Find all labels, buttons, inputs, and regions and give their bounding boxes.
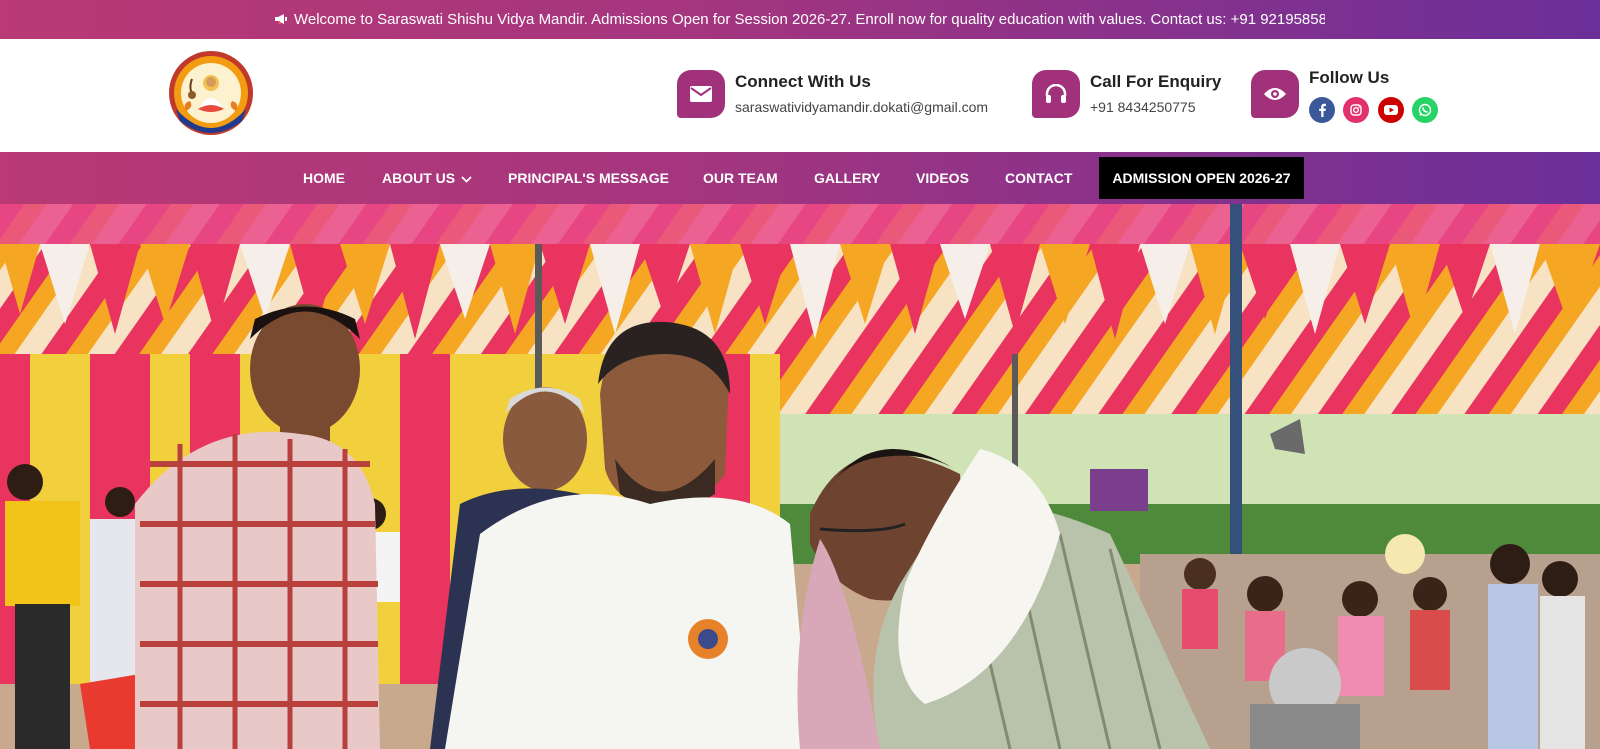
nav-principals-message[interactable]: PRINCIPAL'S MESSAGE	[508, 152, 669, 204]
instagram-icon[interactable]	[1343, 97, 1369, 123]
enquiry-title: Call For Enquiry	[1090, 72, 1222, 91]
envelope-icon	[677, 70, 725, 118]
hero-photo	[0, 204, 1600, 749]
megaphone-icon	[274, 12, 288, 28]
nav-about-us[interactable]: ABOUT US	[382, 152, 472, 204]
admission-open-button[interactable]: ADMISSION OPEN 2026-27	[1099, 157, 1304, 199]
eye-icon	[1251, 70, 1299, 118]
nav-home[interactable]: HOME	[303, 152, 345, 204]
nav-contact[interactable]: CONTACT	[1005, 152, 1072, 204]
announcement-text: Welcome to Saraswati Shishu Vidya Mandir…	[294, 11, 1325, 28]
nav-about-us-label: ABOUT US	[382, 170, 456, 186]
headphones-icon	[1032, 70, 1080, 118]
site-header: Connect With Us saraswatividyamandir.dok…	[0, 39, 1600, 152]
connect-title: Connect With Us	[735, 72, 871, 91]
main-navigation: HOME ABOUT US PRINCIPAL'S MESSAGE OUR TE…	[0, 152, 1600, 204]
enquiry-phone[interactable]: +91 8434250775	[1090, 99, 1196, 115]
youtube-icon[interactable]	[1378, 97, 1404, 123]
facebook-icon[interactable]	[1309, 97, 1335, 123]
announcement-bar: Welcome to Saraswati Shishu Vidya Mandir…	[0, 0, 1600, 39]
audience	[1140, 534, 1600, 749]
nav-gallery[interactable]: GALLERY	[814, 152, 880, 204]
connect-email[interactable]: saraswatividyamandir.dokati@gmail.com	[735, 99, 988, 115]
announcement-marquee: Welcome to Saraswati Shishu Vidya Mandir…	[274, 0, 1325, 39]
follow-title: Follow Us	[1309, 68, 1390, 87]
chevron-down-icon	[461, 170, 472, 186]
nav-our-team[interactable]: OUR TEAM	[703, 152, 778, 204]
nav-videos[interactable]: VIDEOS	[916, 152, 969, 204]
school-logo[interactable]	[164, 49, 258, 141]
whatsapp-icon[interactable]	[1412, 97, 1438, 123]
